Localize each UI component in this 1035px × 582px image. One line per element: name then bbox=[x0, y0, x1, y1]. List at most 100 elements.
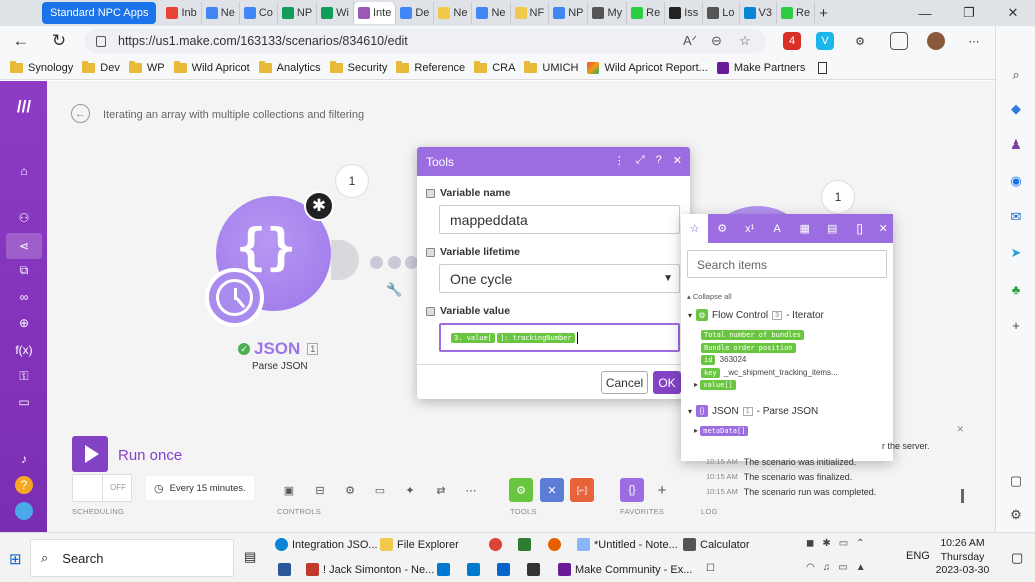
iterator-operations-bubble[interactable]: 1 bbox=[821, 180, 855, 214]
scheduling-toggle[interactable]: OFF bbox=[72, 474, 132, 502]
taskbar-app-tasks[interactable] bbox=[518, 538, 531, 551]
variable-lifetime-select[interactable]: One cycle ▼ bbox=[439, 264, 680, 293]
browser-tab[interactable]: Lo bbox=[703, 2, 740, 24]
system-tray[interactable]: ◼ ✱ ▭ ⌃ bbox=[806, 538, 865, 549]
more-menu-icon[interactable]: ⋯ bbox=[965, 32, 983, 50]
taskbar-app-terminal[interactable] bbox=[527, 563, 540, 576]
item-chip[interactable]: Total number of bundles bbox=[701, 330, 804, 340]
functions-icon[interactable]: f(x) bbox=[14, 340, 34, 360]
wrench-icon[interactable]: 🔧 bbox=[386, 282, 402, 298]
item-chip[interactable]: Bundle order position bbox=[701, 343, 796, 353]
settings-gear-icon[interactable]: ⚙ bbox=[1007, 506, 1025, 524]
flow-control-tool-icon[interactable]: ⚙ bbox=[509, 478, 533, 502]
calendar-icon[interactable]: ▦ bbox=[791, 214, 818, 243]
zoom-icon[interactable]: ⊖ bbox=[711, 33, 722, 49]
log-close-icon[interactable]: ✕ bbox=[956, 424, 964, 435]
more-vertical-icon[interactable]: ⋮ bbox=[614, 154, 625, 167]
new-tab-button[interactable]: + bbox=[815, 2, 832, 24]
microsoft-365-icon[interactable]: ◉ bbox=[1007, 172, 1025, 190]
browser-tab[interactable]: NP bbox=[549, 2, 589, 24]
mapping-item[interactable]: Bundle order position bbox=[701, 343, 798, 353]
bookmark-item[interactable]: Dev bbox=[82, 60, 129, 74]
outlook-icon[interactable]: ✉ bbox=[1007, 208, 1025, 226]
item-chip[interactable]: value[] bbox=[700, 380, 736, 390]
json-favorite-icon[interactable]: {} bbox=[620, 478, 644, 502]
taskbar-app-edge[interactable]: Integration JSO... bbox=[275, 538, 378, 551]
taskbar-app-todo[interactable] bbox=[278, 563, 291, 576]
taskbar-app-email[interactable]: ! Jack Simonton - Ne... bbox=[306, 563, 434, 576]
schedule-setting[interactable]: ◷ Every 15 minutes. bbox=[146, 476, 254, 500]
extension-badge-icon[interactable]: 4 bbox=[783, 32, 801, 50]
games-icon[interactable]: ♟ bbox=[1007, 136, 1025, 154]
taskbar-app-file-explorer[interactable]: File Explorer bbox=[380, 538, 459, 551]
collapse-all-button[interactable]: ▴ Collapse all bbox=[687, 292, 732, 301]
item-chip[interactable]: key bbox=[701, 368, 720, 378]
bookmark-item[interactable]: Make Partners bbox=[716, 61, 815, 74]
cancel-button[interactable]: Cancel bbox=[601, 371, 648, 394]
browser-tab[interactable]: Iss bbox=[665, 2, 704, 24]
browser-tab[interactable]: Inb bbox=[162, 2, 202, 24]
array-brackets-icon[interactable]: [] bbox=[846, 214, 873, 243]
run-history-icon[interactable]: ⊟ bbox=[309, 479, 331, 501]
taskbar-app-chrome[interactable] bbox=[489, 538, 502, 551]
search-icon[interactable]: ⌕ bbox=[1007, 66, 1025, 84]
add-favorite-icon[interactable]: + bbox=[651, 479, 673, 501]
variable-name-input[interactable]: mappeddata bbox=[439, 205, 680, 234]
templates-icon[interactable]: ⧉ bbox=[14, 260, 34, 280]
text-parser-icon[interactable]: [⌐] bbox=[570, 478, 594, 502]
address-bar[interactable]: https://us1.make.com/163133/scenarios/83… bbox=[84, 29, 766, 53]
browser-tab[interactable]: Ne bbox=[472, 2, 511, 24]
bookmark-item[interactable]: Security bbox=[329, 60, 397, 74]
notes-icon[interactable]: ▭ bbox=[369, 479, 391, 501]
ok-button[interactable]: OK bbox=[653, 371, 681, 394]
back-button[interactable]: ← bbox=[6, 26, 36, 56]
log-scrollbar[interactable] bbox=[961, 489, 964, 503]
make-logo-icon[interactable]: /// bbox=[14, 97, 34, 117]
system-tray-row2[interactable]: ◠ ♫ ▭ ▲ bbox=[806, 562, 866, 573]
table-icon[interactable]: ▤ bbox=[818, 214, 845, 243]
mapping-item[interactable]: Total number of bundles bbox=[701, 330, 806, 340]
collections-icon[interactable] bbox=[890, 32, 908, 50]
taskbar-app-outlook[interactable] bbox=[497, 563, 510, 576]
mapping-item[interactable]: key _wc_shipment_tracking_items... bbox=[701, 368, 838, 378]
taskbar-app-notepad[interactable]: *Untitled - Note... bbox=[577, 538, 678, 551]
vimeo-extension-icon[interactable]: V bbox=[816, 32, 834, 50]
add-icon[interactable]: + bbox=[1007, 316, 1025, 334]
bookmark-item[interactable]: UMICH bbox=[524, 60, 587, 74]
taskbar-app-vscode[interactable] bbox=[467, 563, 480, 576]
browser-tab[interactable]: Wi bbox=[317, 2, 354, 24]
scenarios-share-icon[interactable]: ⋖ bbox=[6, 233, 42, 259]
close-icon[interactable]: ✕ bbox=[673, 154, 682, 167]
refresh-button[interactable]: ↻ bbox=[44, 26, 74, 56]
bookmark-item[interactable]: Synology bbox=[10, 60, 82, 74]
webhooks-globe-icon[interactable]: ⊕ bbox=[14, 313, 34, 333]
page-icon[interactable] bbox=[818, 61, 828, 74]
variable-value-input[interactable]: 3. value[ ]: trackingNumber bbox=[439, 323, 680, 352]
extensions-puzzle-icon[interactable]: ⚙ bbox=[851, 32, 869, 50]
browser-tab[interactable]: V3 bbox=[740, 2, 777, 24]
flow-control-node[interactable]: ▾ ⚙ Flow Control 3 - Iterator bbox=[688, 309, 824, 321]
mapping-search-input[interactable]: Search items bbox=[687, 250, 887, 278]
minimize-button[interactable]: — bbox=[903, 0, 947, 26]
browser-tab[interactable]: Inte bbox=[353, 2, 397, 24]
user-avatar[interactable] bbox=[15, 502, 33, 520]
devices-icon[interactable]: ▭ bbox=[14, 392, 34, 412]
bookmark-item[interactable]: Wild Apricot bbox=[173, 60, 259, 74]
checkbox-icon[interactable] bbox=[426, 188, 435, 198]
route-dot[interactable] bbox=[388, 256, 401, 269]
browser-tab[interactable]: Co bbox=[240, 2, 278, 24]
schedule-clock-icon[interactable] bbox=[205, 268, 264, 327]
mapped-item-chip[interactable]: 3. value[ bbox=[451, 332, 495, 343]
browser-tab[interactable]: Re bbox=[627, 2, 666, 24]
explain-flow-icon[interactable]: ⇄ bbox=[430, 479, 452, 501]
telegram-icon[interactable]: ➤ bbox=[1007, 244, 1025, 262]
home-icon[interactable]: ⌂ bbox=[14, 161, 34, 181]
profile-avatar[interactable] bbox=[927, 32, 945, 50]
math-superscript-icon[interactable]: x¹ bbox=[736, 214, 763, 243]
taskbar-app-calculator[interactable]: Calculator bbox=[683, 538, 750, 551]
browser-tab[interactable]: NF bbox=[511, 2, 550, 24]
taskbar-search-box[interactable]: ⌕ Search bbox=[30, 539, 234, 577]
mapped-item-chip[interactable]: ]: trackingNumber bbox=[496, 332, 575, 343]
back-arrow-icon[interactable]: ← bbox=[71, 104, 90, 123]
text-a-icon[interactable]: A bbox=[763, 214, 790, 243]
